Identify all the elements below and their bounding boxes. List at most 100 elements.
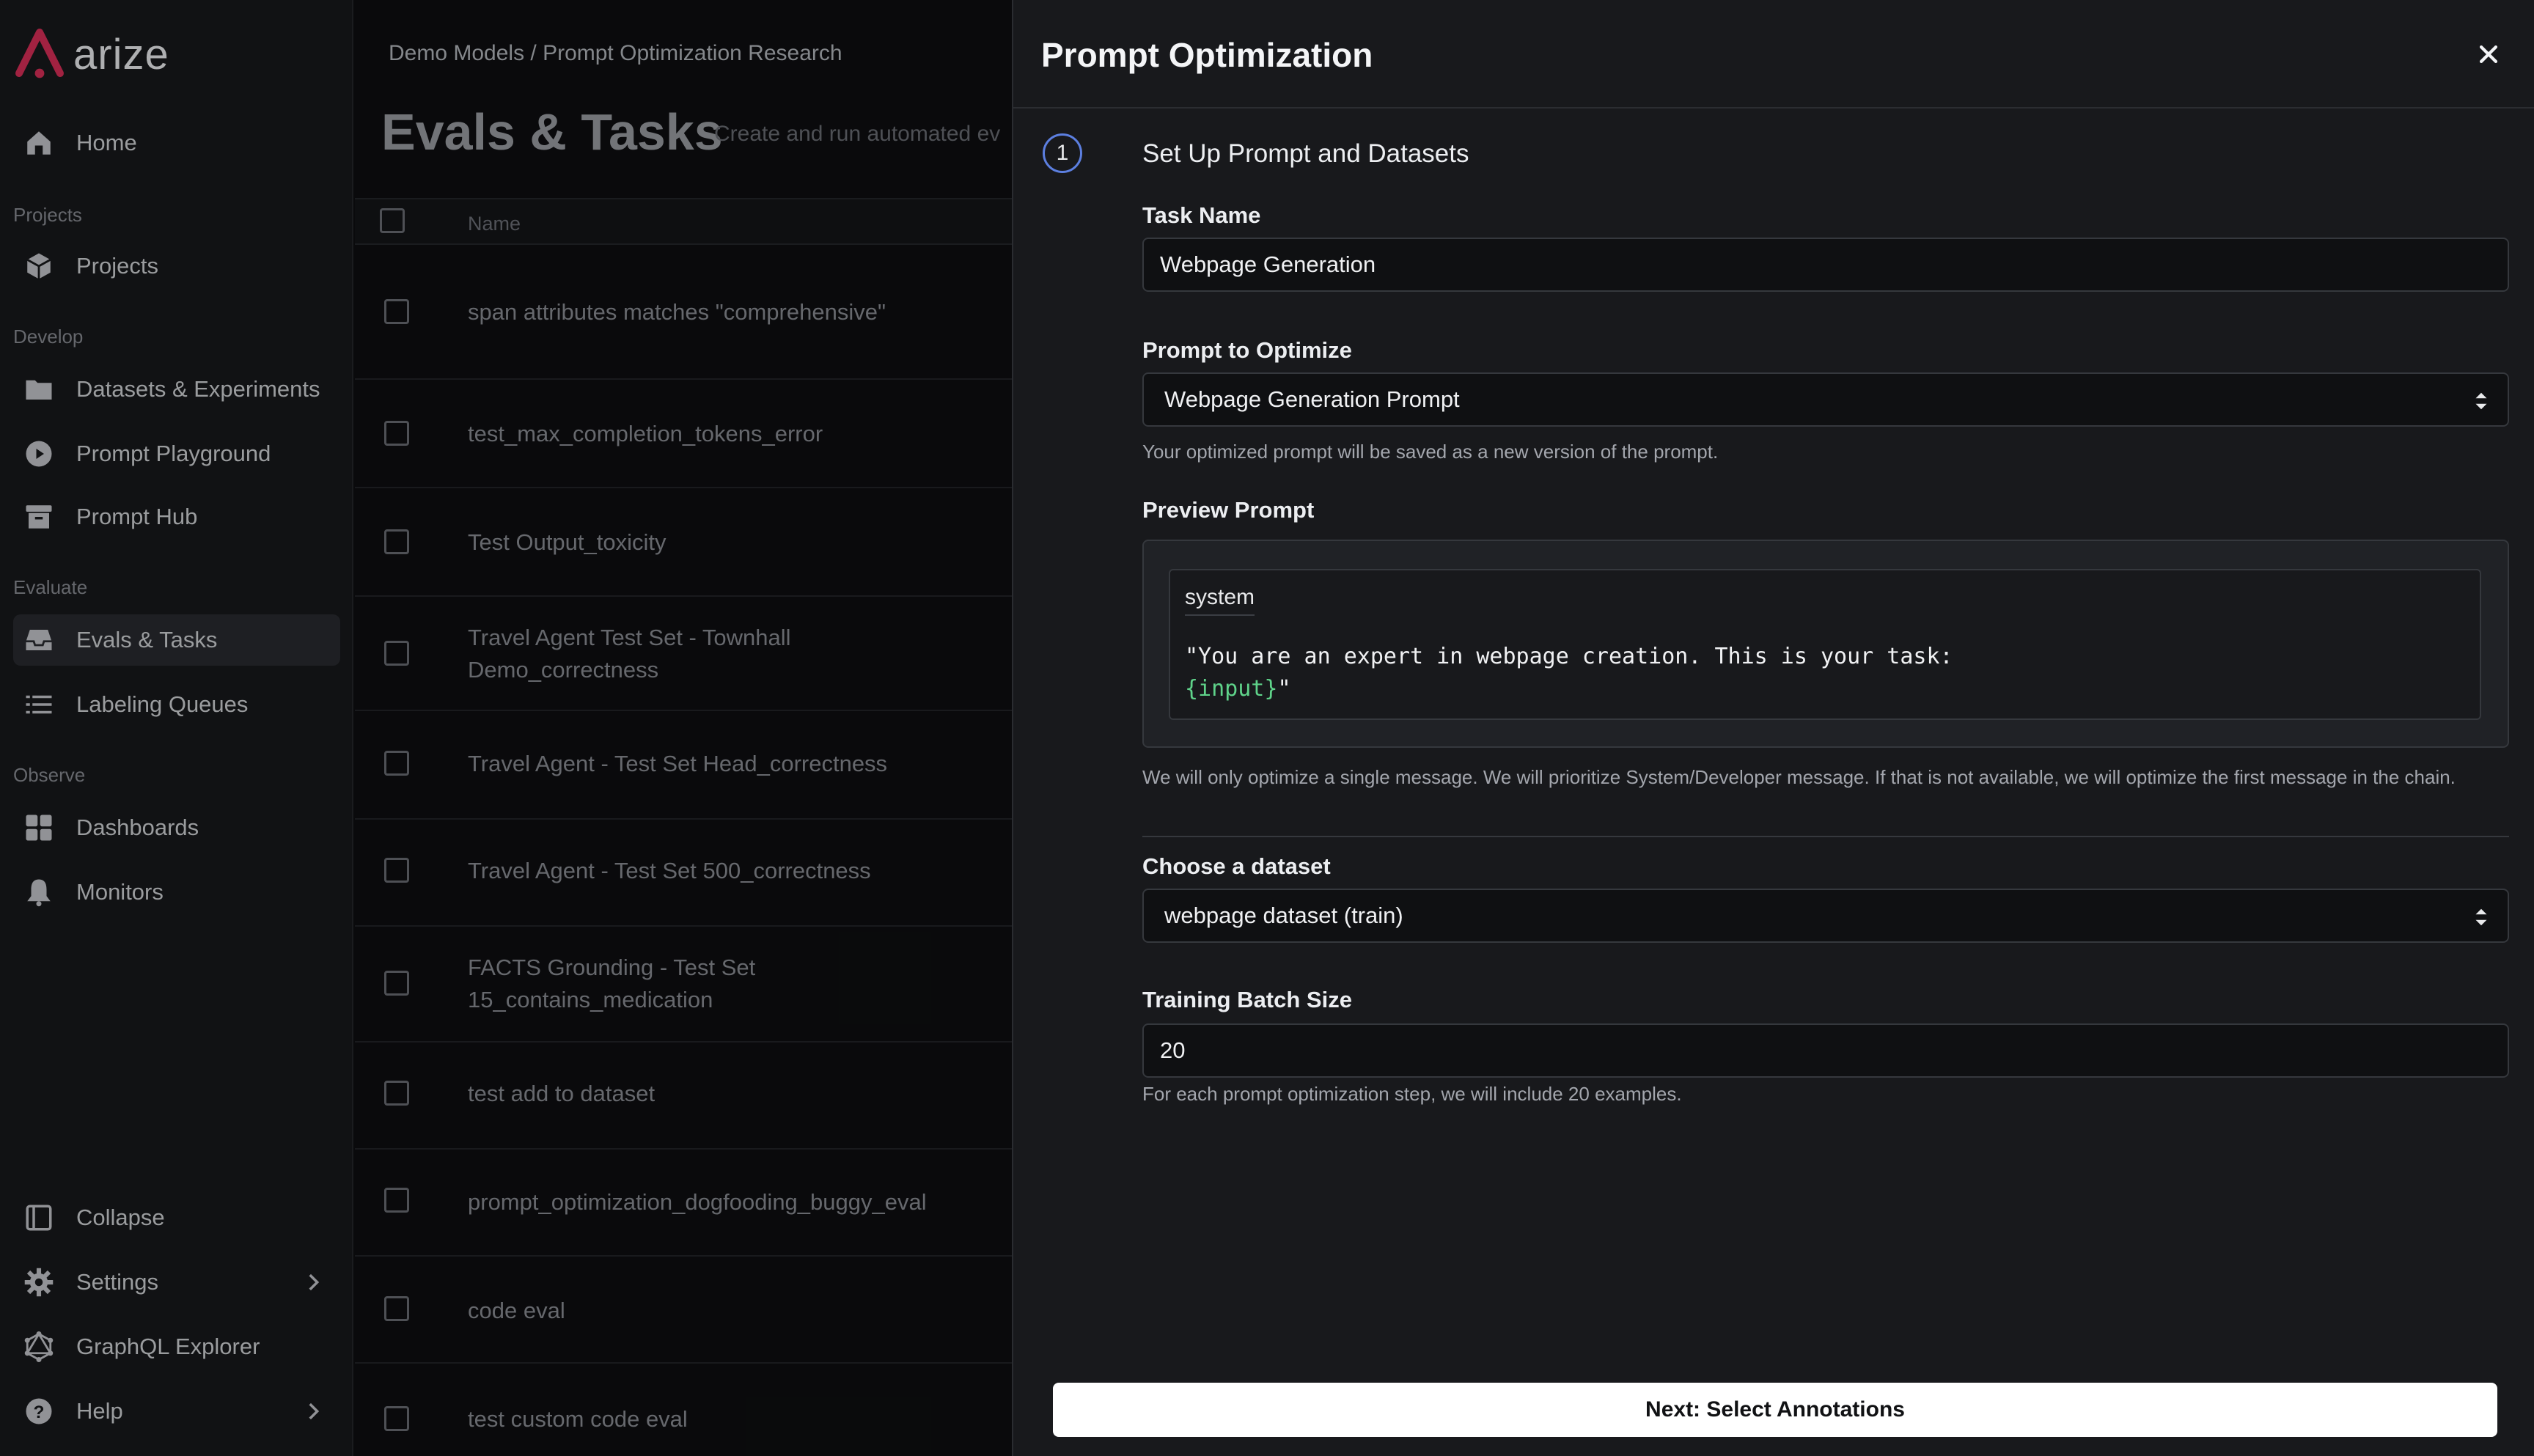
message-role: system bbox=[1185, 585, 1255, 616]
prompt-optimization-panel: Prompt Optimization 1 Set Up Prompt and … bbox=[1012, 0, 2534, 1456]
sidebar-item-label: Prompt Playground bbox=[76, 441, 271, 466]
page-title: Evals & Tasks bbox=[381, 103, 723, 161]
sidebar-item-settings[interactable]: Settings bbox=[13, 1257, 340, 1308]
sidebar-item-help[interactable]: ? Help bbox=[13, 1386, 340, 1437]
row-name: test_max_completion_tokens_error bbox=[468, 421, 823, 446]
gear-icon bbox=[22, 1265, 56, 1299]
home-icon bbox=[22, 126, 56, 160]
section-develop-label: Develop bbox=[13, 326, 84, 348]
table-row[interactable]: code eval bbox=[355, 1257, 1012, 1364]
dataset-label: Choose a dataset bbox=[1142, 853, 1331, 879]
sidebar-item-datasets[interactable]: Datasets & Experiments bbox=[13, 364, 340, 415]
row-name: span attributes matches "comprehensive" bbox=[468, 299, 886, 325]
message-content: "You are an expert in webpage creation. … bbox=[1185, 641, 1953, 705]
prompt-select-value: Webpage Generation Prompt bbox=[1164, 386, 1460, 412]
row-checkbox[interactable] bbox=[384, 1188, 409, 1213]
sidebar-item-home[interactable]: Home bbox=[13, 117, 340, 169]
sidebar: arize Home Projects Projects Develop Dat… bbox=[0, 0, 353, 1456]
divider bbox=[1142, 836, 2509, 837]
sidebar-item-projects[interactable]: Projects bbox=[13, 240, 340, 292]
collapse-icon bbox=[22, 1201, 56, 1235]
row-name: Travel Agent Test Set - Townhall Demo_co… bbox=[468, 625, 791, 683]
task-name-input[interactable]: Webpage Generation bbox=[1142, 238, 2509, 292]
section-evaluate-label: Evaluate bbox=[13, 576, 88, 598]
table-row[interactable]: prompt_optimization_dogfooding_buggy_eva… bbox=[355, 1150, 1012, 1257]
close-icon bbox=[2479, 45, 2498, 64]
table-row[interactable]: Travel Agent Test Set - Townhall Demo_co… bbox=[355, 597, 1012, 711]
batch-size-help-text: For each prompt optimization step, we wi… bbox=[1142, 1083, 1682, 1105]
sidebar-item-graphql[interactable]: GraphQL Explorer bbox=[13, 1321, 340, 1372]
list-icon bbox=[22, 688, 56, 721]
table-row[interactable]: FACTS Grounding - Test Set 15_contains_m… bbox=[355, 927, 1012, 1043]
row-checkbox[interactable] bbox=[384, 641, 409, 666]
sidebar-item-collapse[interactable]: Collapse bbox=[13, 1192, 340, 1243]
task-name-value: Webpage Generation bbox=[1160, 251, 1376, 277]
row-checkbox[interactable] bbox=[384, 529, 409, 554]
row-checkbox[interactable] bbox=[384, 971, 409, 996]
message-text: "You are an expert in webpage creation. … bbox=[1185, 644, 1953, 669]
sidebar-item-label: Projects bbox=[76, 253, 158, 279]
folder-icon bbox=[22, 372, 56, 406]
message-card: system "You are an expert in webpage cre… bbox=[1169, 569, 2481, 720]
sidebar-item-label: Evals & Tasks bbox=[76, 627, 218, 652]
close-button[interactable] bbox=[2472, 38, 2505, 70]
sidebar-item-evals[interactable]: Evals & Tasks bbox=[13, 614, 340, 666]
row-name: Travel Agent - Test Set Head_correctness bbox=[468, 751, 888, 776]
bell-icon bbox=[22, 875, 56, 909]
next-select-annotations-button[interactable]: Next: Select Annotations bbox=[1053, 1383, 2497, 1437]
table-header: Name bbox=[355, 198, 1012, 245]
row-name: Travel Agent - Test Set 500_correctness bbox=[468, 858, 871, 883]
row-name: test add to dataset bbox=[468, 1081, 655, 1106]
row-name: test custom code eval bbox=[468, 1406, 688, 1432]
sidebar-item-playground[interactable]: Prompt Playground bbox=[13, 428, 340, 479]
batch-size-value: 20 bbox=[1160, 1037, 1186, 1063]
single-message-help-text: We will only optimize a single message. … bbox=[1142, 766, 2456, 788]
table-row[interactable]: test_max_completion_tokens_error bbox=[355, 380, 1012, 488]
sidebar-item-monitors[interactable]: Monitors bbox=[13, 867, 340, 918]
sidebar-item-label: Monitors bbox=[76, 879, 164, 905]
breadcrumb[interactable]: Demo Models / Prompt Optimization Resear… bbox=[389, 41, 842, 66]
table-row[interactable]: Travel Agent - Test Set 500_correctness bbox=[355, 820, 1012, 927]
row-checkbox[interactable] bbox=[384, 1406, 409, 1431]
section-observe-label: Observe bbox=[13, 764, 86, 786]
sidebar-item-labeling[interactable]: Labeling Queues bbox=[13, 679, 340, 730]
template-variable: {input} bbox=[1185, 676, 1278, 702]
table-row[interactable]: Travel Agent - Test Set Head_correctness bbox=[355, 711, 1012, 820]
prompt-help-text: Your optimized prompt will be saved as a… bbox=[1142, 441, 1719, 463]
batch-size-input[interactable]: 20 bbox=[1142, 1023, 2509, 1078]
sidebar-item-label: Prompt Hub bbox=[76, 504, 198, 529]
prompt-select[interactable]: Webpage Generation Prompt bbox=[1142, 372, 2509, 427]
panel-header: Prompt Optimization bbox=[1013, 0, 2534, 109]
batch-size-label: Training Batch Size bbox=[1142, 987, 1352, 1012]
table-row[interactable]: Test Output_toxicity bbox=[355, 488, 1012, 597]
select-updown-icon bbox=[2475, 392, 2487, 410]
row-checkbox[interactable] bbox=[384, 299, 409, 324]
row-checkbox[interactable] bbox=[384, 421, 409, 446]
preview-prompt-box: system "You are an expert in webpage cre… bbox=[1142, 540, 2509, 748]
table-row[interactable]: span attributes matches "comprehensive" bbox=[355, 246, 1012, 380]
sidebar-item-dashboards[interactable]: Dashboards bbox=[13, 802, 340, 853]
main-content: Demo Models / Prompt Optimization Resear… bbox=[355, 0, 1012, 1456]
chevron-right-icon bbox=[309, 1273, 320, 1291]
column-header-name[interactable]: Name bbox=[468, 213, 521, 235]
select-all-checkbox[interactable] bbox=[380, 208, 405, 233]
sidebar-item-label: Collapse bbox=[76, 1205, 165, 1230]
row-checkbox[interactable] bbox=[384, 1081, 409, 1106]
dataset-select-value: webpage dataset (train) bbox=[1164, 902, 1403, 928]
sidebar-item-label: Help bbox=[76, 1398, 123, 1424]
panel-title: Prompt Optimization bbox=[1041, 36, 1373, 74]
sidebar-item-label: GraphQL Explorer bbox=[76, 1334, 260, 1359]
archive-icon bbox=[22, 500, 56, 534]
row-checkbox[interactable] bbox=[384, 858, 409, 883]
row-name: FACTS Grounding - Test Set 15_contains_m… bbox=[468, 955, 756, 1012]
dataset-select[interactable]: webpage dataset (train) bbox=[1142, 889, 2509, 943]
step-number-badge: 1 bbox=[1043, 133, 1082, 173]
help-icon: ? bbox=[22, 1394, 56, 1428]
table-row[interactable]: test add to dataset bbox=[355, 1043, 1012, 1150]
table-row[interactable]: test custom code eval bbox=[355, 1364, 1012, 1456]
row-checkbox[interactable] bbox=[384, 751, 409, 776]
row-checkbox[interactable] bbox=[384, 1296, 409, 1321]
logo[interactable]: arize bbox=[13, 26, 169, 82]
sidebar-item-prompt-hub[interactable]: Prompt Hub bbox=[13, 491, 340, 543]
svg-text:?: ? bbox=[34, 1402, 45, 1422]
